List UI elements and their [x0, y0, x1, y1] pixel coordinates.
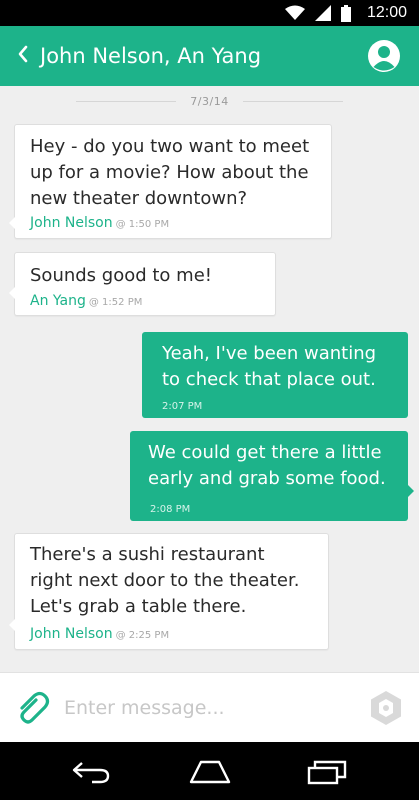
home-icon — [188, 760, 232, 789]
message-time: @ 1:52 PM — [88, 297, 143, 308]
message-bubble-incoming[interactable]: There's a sushi restaurant right next do… — [9, 533, 329, 650]
recents-icon — [305, 760, 349, 789]
message-time: @ 2:25 PM — [115, 630, 170, 641]
status-bar: 12:00 — [0, 0, 419, 26]
message-bubble-outgoing[interactable]: We could get there a little early and gr… — [130, 431, 414, 521]
message-text: Hey - do you two want to meet up for a m… — [30, 136, 310, 209]
send-button[interactable] — [367, 689, 405, 727]
message-author: An Yang — [30, 293, 86, 309]
date-label: 7/3/14 — [182, 94, 237, 108]
chevron-left-icon — [17, 45, 29, 67]
battery-icon — [340, 4, 351, 22]
message-text: We could get there a little early and gr… — [148, 442, 386, 489]
paperclip-icon — [14, 691, 50, 730]
person-icon — [367, 40, 401, 77]
message-time: 2:07 PM — [162, 401, 203, 412]
message-text: Sounds good to me! — [30, 265, 212, 286]
message-author: John Nelson — [30, 626, 113, 642]
back-button[interactable] — [0, 26, 36, 86]
message-meta: An Yang @ 1:52 PM — [30, 293, 142, 309]
conversation-title: John Nelson, An Yang — [40, 44, 262, 68]
wifi-icon — [284, 5, 305, 21]
send-icon — [367, 691, 405, 731]
attach-button[interactable] — [14, 690, 50, 726]
status-time: 12:00 — [366, 4, 407, 21]
message-meta: 2:08 PM — [150, 500, 190, 516]
message-text: Yeah, I've been wanting to check that pl… — [162, 343, 377, 390]
message-composer — [0, 672, 419, 742]
nav-home-button[interactable] — [188, 759, 232, 785]
nav-recents-button[interactable] — [305, 759, 349, 785]
message-time: 2:08 PM — [150, 504, 191, 515]
profile-button[interactable] — [367, 39, 401, 73]
signal-icon — [314, 5, 331, 21]
message-text: There's a sushi restaurant right next do… — [30, 544, 300, 617]
app-bar: John Nelson, An Yang — [0, 26, 419, 86]
back-icon — [70, 762, 114, 789]
message-meta: 2:07 PM — [162, 397, 202, 413]
message-meta: John Nelson @ 1:50 PM — [30, 215, 169, 231]
message-bubble-incoming[interactable]: Sounds good to me! An Yang @ 1:52 PM — [9, 252, 276, 316]
message-author: John Nelson — [30, 215, 113, 231]
system-nav-bar — [0, 742, 419, 800]
message-input[interactable] — [64, 691, 349, 725]
message-meta: John Nelson @ 2:25 PM — [30, 626, 169, 642]
message-bubble-outgoing[interactable]: Yeah, I've been wanting to check that pl… — [142, 332, 408, 418]
nav-back-button[interactable] — [70, 759, 114, 785]
message-bubble-incoming[interactable]: Hey - do you two want to meet up for a m… — [9, 124, 332, 239]
message-time: @ 1:50 PM — [115, 219, 170, 230]
date-divider: 7/3/14 — [0, 93, 419, 109]
